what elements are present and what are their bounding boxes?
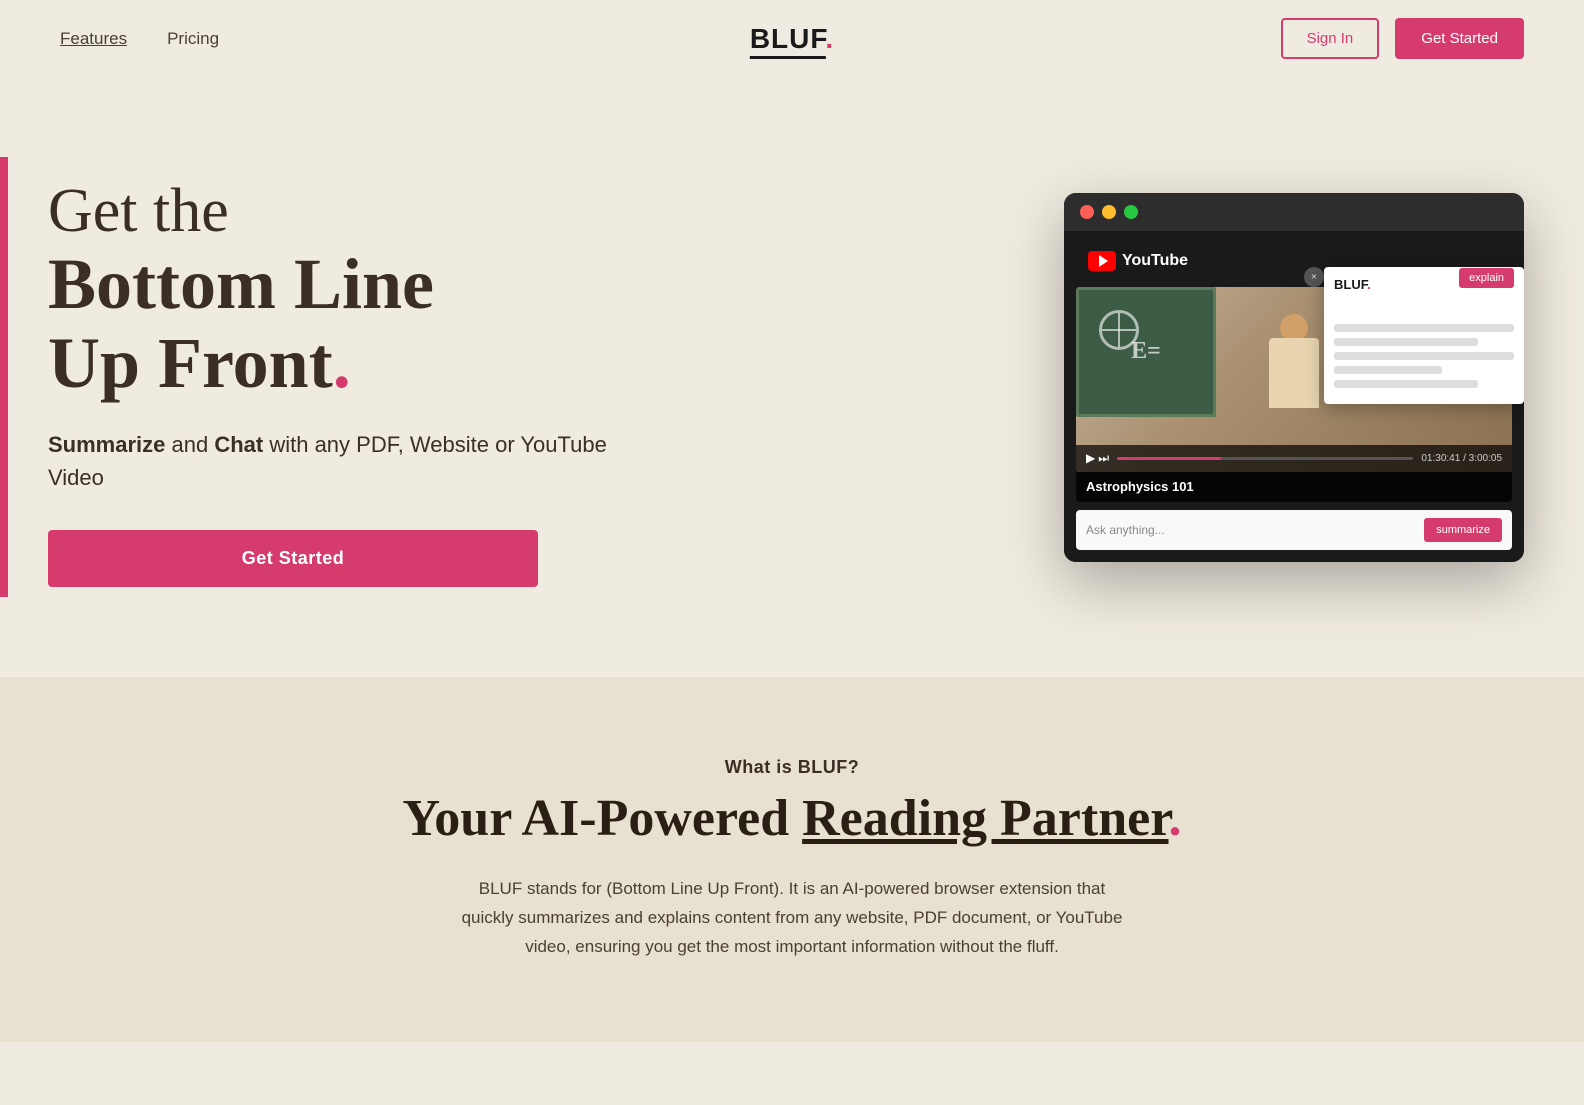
hero-title-line2: Bottom Line — [48, 245, 620, 324]
progress-bar[interactable] — [1117, 457, 1413, 460]
youtube-label: YouTube — [1122, 252, 1188, 270]
video-title-bar: Astrophysics 101 — [1076, 472, 1512, 502]
hero-right: YouTube E= — [1064, 193, 1524, 562]
getstarted-hero-button[interactable]: Get Started — [48, 530, 538, 587]
summarize-button[interactable]: summarize — [1424, 518, 1502, 542]
play-button[interactable]: ▶ ⏭ — [1086, 451, 1109, 466]
logo-dot: . — [825, 23, 834, 54]
what-section: What is BLUF? Your AI-Powered Reading Pa… — [0, 677, 1584, 1042]
window-minimize-btn[interactable] — [1102, 205, 1116, 219]
hero-title-line3: Up Front. — [48, 324, 620, 403]
hero-section: Get the Bottom Line Up Front. Summarize … — [0, 77, 1584, 677]
logo[interactable]: BLUF. — [750, 23, 834, 55]
hero-subtitle-and: and — [165, 432, 214, 457]
hero-title: Get the Bottom Line Up Front. — [48, 177, 620, 404]
logo-text: BLUF — [750, 23, 826, 59]
text-line-4 — [1334, 366, 1442, 374]
hero-content: Get the Bottom Line Up Front. Summarize … — [48, 157, 620, 597]
what-title-part1: Your AI-Powered — [402, 790, 802, 847]
nav-actions: Sign In Get Started — [1281, 18, 1524, 59]
signin-button[interactable]: Sign In — [1281, 18, 1380, 59]
bluf-panel: BLUF. explain — [1324, 267, 1524, 404]
nav-pricing-link[interactable]: Pricing — [167, 29, 219, 49]
what-description: BLUF stands for (Bottom Line Up Front). … — [452, 875, 1132, 962]
what-title: Your AI-Powered Reading Partner. — [60, 790, 1524, 847]
hero-subtitle-chat: Chat — [214, 432, 263, 457]
browser-window: YouTube E= — [1064, 193, 1524, 562]
figure-body — [1269, 338, 1319, 408]
video-title: Astrophysics 101 — [1086, 479, 1194, 494]
text-line-1 — [1334, 324, 1514, 332]
text-line-5 — [1334, 380, 1478, 388]
crosshair-icon — [1099, 310, 1139, 350]
hero-subtitle: Summarize and Chat with any PDF, Website… — [48, 428, 620, 494]
getstarted-nav-button[interactable]: Get Started — [1395, 18, 1524, 59]
chat-area: Ask anything... summarize — [1076, 510, 1512, 550]
progress-fill — [1117, 457, 1221, 460]
text-line-2 — [1334, 338, 1478, 346]
hero-accent-bar — [0, 157, 8, 597]
text-lines — [1334, 324, 1514, 388]
browser-content: YouTube E= — [1064, 231, 1524, 562]
youtube-logo: YouTube — [1088, 251, 1188, 271]
blackboard: E= — [1076, 287, 1216, 417]
window-close-btn[interactable] — [1080, 205, 1094, 219]
hero-left: Get the Bottom Line Up Front. Summarize … — [0, 157, 620, 597]
window-maximize-btn[interactable] — [1124, 205, 1138, 219]
nav-features-link[interactable]: Features — [60, 29, 127, 49]
hero-subtitle-summarize: Summarize — [48, 432, 165, 457]
hero-title-dot: . — [333, 323, 351, 403]
teacher-figure — [1254, 314, 1334, 444]
hero-title-line3-text: Up Front — [48, 323, 333, 403]
math-symbol: E= — [1131, 338, 1161, 365]
explain-button[interactable]: explain — [1459, 268, 1514, 288]
youtube-icon — [1088, 251, 1116, 271]
bluf-close-button[interactable]: × — [1304, 267, 1324, 287]
video-time: 01:30:41 / 3:00:05 — [1421, 453, 1502, 464]
what-subtitle: What is BLUF? — [60, 757, 1524, 778]
what-title-dot: . — [1169, 790, 1182, 847]
chat-input-placeholder[interactable]: Ask anything... — [1086, 523, 1416, 537]
browser-titlebar — [1064, 193, 1524, 231]
hero-title-line1: Get the — [48, 177, 620, 245]
nav-links: Features Pricing — [60, 29, 219, 49]
what-title-underlined: Reading Partner — [802, 790, 1168, 847]
bluf-panel-title: BLUF. — [1334, 277, 1371, 292]
text-line-3 — [1334, 352, 1514, 360]
video-controls: ▶ ⏭ 01:30:41 / 3:00:05 — [1076, 445, 1512, 472]
navbar: Features Pricing BLUF. Sign In Get Start… — [0, 0, 1584, 77]
